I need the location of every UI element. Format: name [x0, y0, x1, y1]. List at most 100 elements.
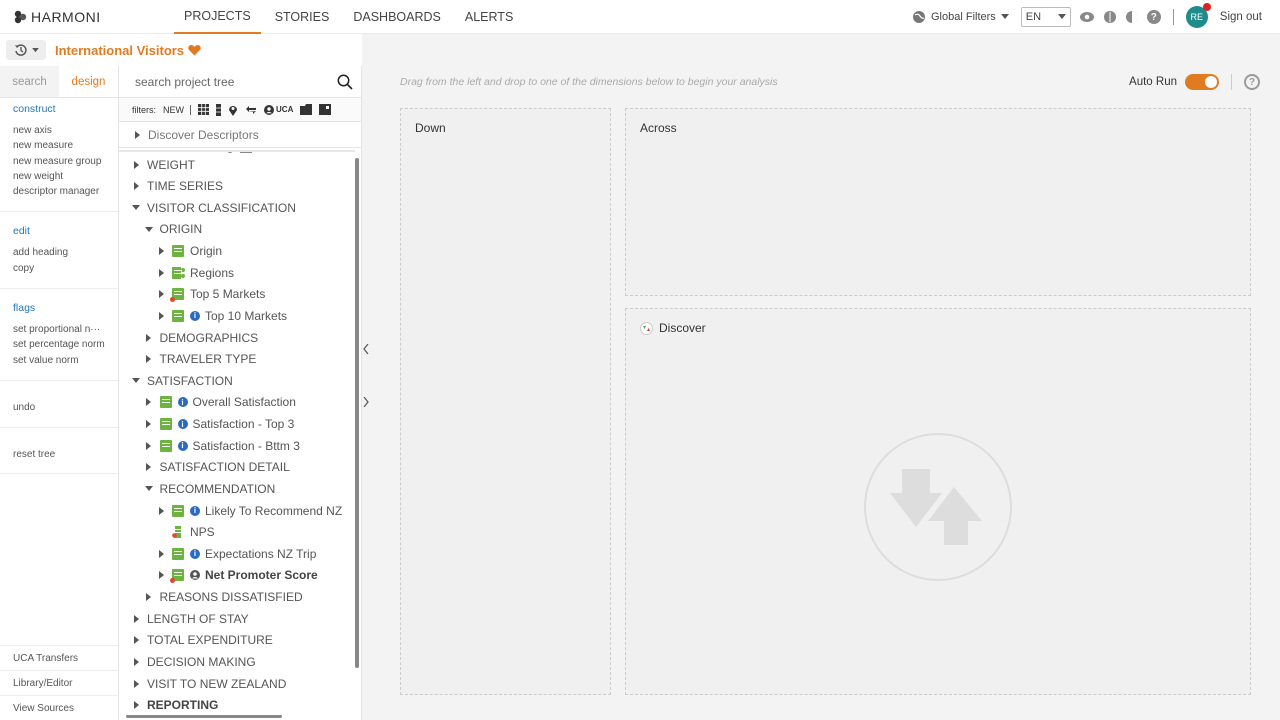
tree-search-input[interactable]: [135, 74, 337, 89]
tab-search[interactable]: search: [0, 66, 59, 97]
global-filters-dropdown[interactable]: Global Filters: [912, 10, 1009, 24]
vertical-scrollbar[interactable]: [355, 152, 360, 672]
grid-filter-icon[interactable]: [198, 104, 210, 115]
uca-transfers-link[interactable]: UCA Transfers: [0, 645, 119, 670]
language-select[interactable]: EN: [1020, 7, 1071, 27]
info-icon[interactable]: i: [177, 419, 188, 430]
tree-node[interactable]: Top 5 Markets: [156, 284, 265, 305]
folder-filter-icon[interactable]: [300, 104, 313, 115]
help-icon[interactable]: ?: [1244, 74, 1260, 90]
info-icon[interactable]: i: [177, 440, 188, 451]
column-filter-icon[interactable]: [216, 103, 222, 116]
tree-node[interactable]: DEMOGRAPHICS: [144, 327, 258, 348]
tree-node[interactable]: i Likely To Recommend NZ: [156, 500, 342, 521]
expand-caret[interactable]: [156, 268, 166, 278]
expand-caret[interactable]: [156, 506, 166, 516]
new-measure-group-action[interactable]: new measure group: [13, 154, 105, 169]
tree-node[interactable]: Regions: [156, 262, 234, 283]
tree-node[interactable]: TRAVELER TYPE: [144, 349, 256, 370]
tree-node[interactable]: ORIGIN: [144, 219, 202, 240]
collapse-caret[interactable]: [131, 376, 141, 386]
add-heading-action[interactable]: add heading: [13, 245, 105, 260]
tree-node[interactable]: RECOMMENDATION: [144, 478, 275, 499]
expand-right-icon[interactable]: [363, 397, 369, 407]
descriptor-manager-action[interactable]: descriptor manager: [13, 184, 105, 199]
expand-caret[interactable]: [156, 246, 166, 256]
tab-stories[interactable]: STORIES: [265, 0, 340, 34]
new-weight-action[interactable]: new weight: [13, 169, 105, 184]
view-sources-link[interactable]: View Sources: [0, 695, 119, 720]
tree-node[interactable]: TIME SERIES: [131, 176, 223, 197]
tree-node[interactable]: Origin: [156, 241, 222, 262]
expand-caret[interactable]: [144, 333, 154, 343]
new-measure-action[interactable]: new measure: [13, 138, 105, 153]
expand-caret[interactable]: [131, 657, 141, 667]
tree-node[interactable]: VISITOR CLASSIFICATION: [131, 197, 296, 218]
expand-caret[interactable]: [131, 635, 141, 645]
tab-design[interactable]: design: [59, 66, 118, 97]
tree-node[interactable]: WEIGHT: [131, 154, 195, 175]
info-icon[interactable]: i: [177, 397, 188, 408]
info-icon[interactable]: i: [190, 505, 200, 516]
expand-caret[interactable]: [131, 614, 141, 624]
tree-node[interactable]: LENGTH OF STAY: [131, 608, 249, 629]
user-avatar[interactable]: RE: [1185, 3, 1211, 28]
horizontal-scrollbar[interactable]: [121, 714, 357, 720]
tree-node[interactable]: VISIT TO NEW ZEALAND: [131, 673, 286, 694]
expand-caret[interactable]: [131, 181, 141, 191]
collapse-caret[interactable]: [144, 484, 154, 494]
tree-node[interactable]: i Top 10 Markets: [156, 305, 287, 326]
contrast-icon[interactable]: [1125, 10, 1139, 24]
expand-caret[interactable]: [156, 570, 166, 580]
transfer-filter-icon[interactable]: [245, 105, 257, 115]
collapse-caret[interactable]: [144, 224, 154, 234]
reset-tree-action[interactable]: reset tree: [13, 447, 105, 462]
expand-caret[interactable]: [131, 700, 141, 710]
tree-node[interactable]: i Overall Satisfaction: [144, 392, 296, 413]
set-percentage-norm-action[interactable]: set percentage norm: [13, 337, 105, 352]
tab-alerts[interactable]: ALERTS: [455, 0, 523, 34]
info-icon[interactable]: i: [190, 548, 200, 559]
help-icon[interactable]: ?: [1146, 10, 1161, 24]
dashboard-filter-icon[interactable]: [319, 104, 332, 115]
expand-caret[interactable]: [144, 441, 154, 451]
discover-dropzone[interactable]: Discover: [625, 308, 1251, 695]
history-button[interactable]: [6, 40, 46, 60]
filter-uca[interactable]: UCA: [264, 104, 293, 115]
tab-dashboards[interactable]: DASHBOARDS: [343, 0, 451, 34]
panel-splitter[interactable]: [362, 34, 370, 720]
copy-action[interactable]: copy: [13, 261, 105, 276]
expand-caret[interactable]: [156, 289, 166, 299]
expand-caret[interactable]: [144, 397, 154, 407]
set-proportional-norm-action[interactable]: set proportional n···: [13, 322, 105, 337]
undo-action[interactable]: undo: [13, 400, 105, 415]
library-editor-link[interactable]: Library/Editor: [0, 670, 119, 695]
down-dropzone[interactable]: Down: [400, 108, 611, 695]
tree-node[interactable]: i Satisfaction - Top 3: [144, 414, 294, 435]
heart-icon[interactable]: [188, 44, 201, 56]
tree-node[interactable]: i Satisfaction - Bttm 3: [144, 435, 300, 456]
tree-node[interactable]: REPORTING: [131, 695, 218, 714]
discover-descriptors-node[interactable]: Discover Descriptors: [119, 122, 361, 148]
expand-caret[interactable]: [131, 160, 141, 170]
expand-caret[interactable]: [156, 549, 166, 559]
tree-node[interactable]: DECISION MAKING: [131, 651, 256, 672]
info-icon[interactable]: i: [190, 310, 200, 321]
eye-icon[interactable]: [1079, 11, 1095, 23]
expand-caret[interactable]: [144, 592, 154, 602]
collapse-left-icon[interactable]: [363, 344, 369, 354]
tree-node[interactable]: i Expectations NZ Trip: [156, 543, 316, 564]
expand-caret[interactable]: [132, 130, 142, 140]
tree-node[interactable]: REASONS DISSATISFIED: [144, 587, 303, 608]
collapse-caret[interactable]: [131, 203, 141, 213]
expand-caret[interactable]: [144, 354, 154, 364]
brain-icon[interactable]: [1103, 10, 1117, 24]
auto-run-toggle[interactable]: [1185, 74, 1219, 90]
new-axis-action[interactable]: new axis: [13, 123, 105, 138]
expand-caret[interactable]: [144, 462, 154, 472]
tree-node[interactable]: SATISFACTION DETAIL: [144, 457, 290, 478]
tab-projects[interactable]: PROJECTS: [174, 0, 261, 34]
tree-node[interactable]: SATISFACTION: [131, 370, 233, 391]
harmoni-logo[interactable]: HARMONI: [13, 9, 101, 25]
tree-node[interactable]: NPS: [156, 522, 215, 543]
